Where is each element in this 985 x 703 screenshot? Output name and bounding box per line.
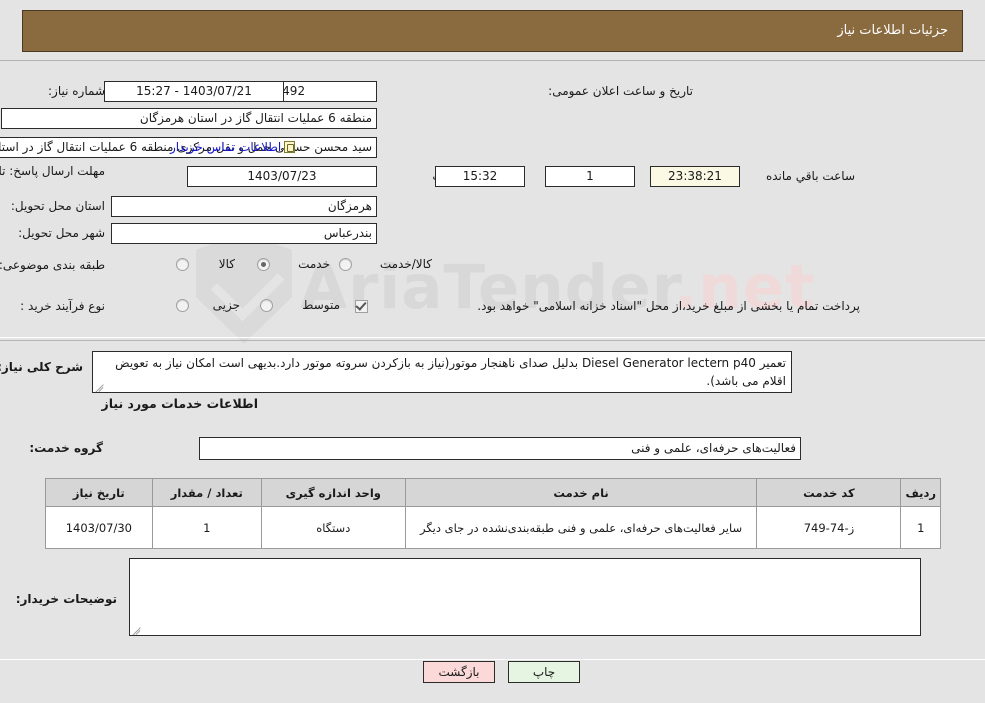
table-header-row: ردیف کد خدمت نام خدمت واحد اندازه گیری ت… [45, 478, 941, 507]
cell-service-name: سایر فعالیت‌های حرفه‌ای، علمی و فنی طبقه… [404, 506, 758, 549]
need-info-panel [0, 60, 985, 338]
cell-radif: 1 [900, 506, 941, 549]
col-header-quantity: تعداد / مقدار [151, 478, 262, 507]
services-table: ردیف کد خدمت نام خدمت واحد اندازه گیری ت… [45, 478, 941, 549]
print-button[interactable]: چاپ [508, 661, 580, 683]
cell-quantity: 1 [151, 506, 262, 549]
back-button[interactable]: بازگشت [423, 661, 495, 683]
buyer-contact-link-label: اطلاعات تماس خریدار [170, 140, 282, 154]
header-bar: جزئیات اطلاعات نیاز [22, 10, 963, 52]
col-header-unit: واحد اندازه گیری [260, 478, 406, 507]
page-title: جزئیات اطلاعات نیاز [837, 23, 948, 38]
table-row: 1 ز-74-749 سایر فعالیت‌های حرفه‌ای، علمی… [45, 506, 941, 549]
cell-service-code: ز-74-749 [756, 506, 902, 549]
cell-need-date: 1403/07/30 [45, 506, 153, 549]
col-header-service-name: نام خدمت [404, 478, 758, 507]
contact-card-icon [284, 141, 296, 153]
col-header-need-date: تاریخ نیاز [45, 478, 153, 507]
page-root: AriaTender.net جزئیات اطلاعات نیاز شماره… [0, 0, 985, 703]
buyer-contact-link[interactable]: اطلاعات تماس خریدار [170, 140, 296, 154]
col-header-service-code: کد خدمت [756, 478, 902, 507]
col-header-radif: ردیف [900, 478, 941, 507]
cell-unit: دستگاه [260, 506, 406, 549]
